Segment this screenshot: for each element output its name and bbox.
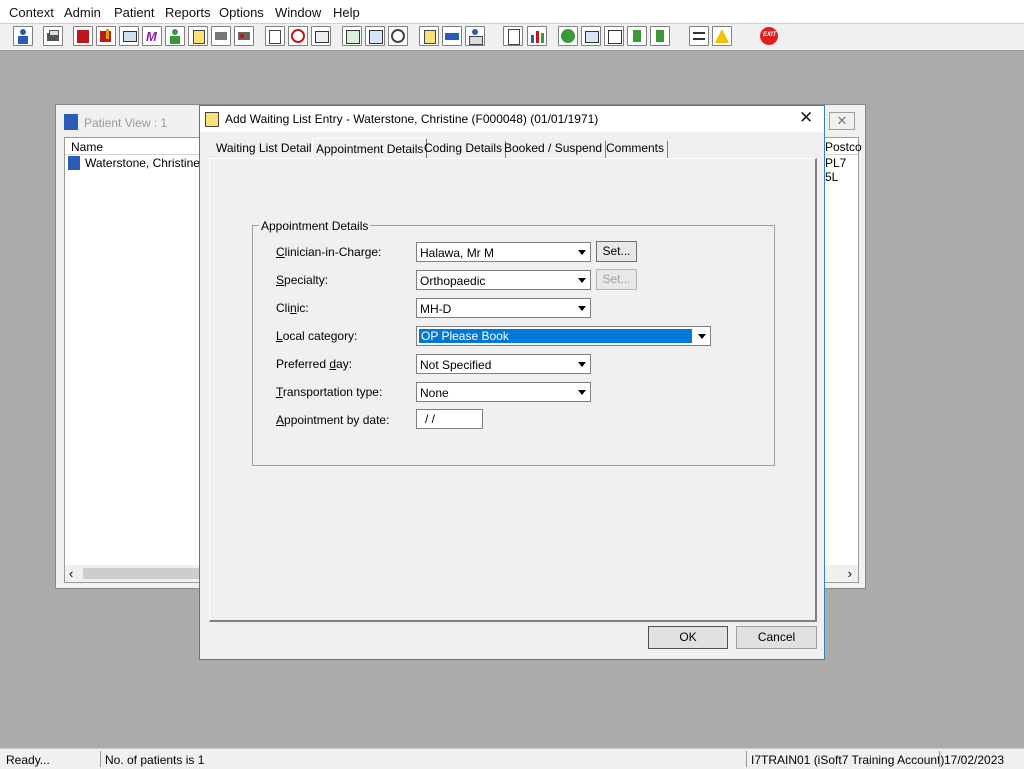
- menu-bar: Context Admin Patient Reports Options Wi…: [0, 0, 1024, 24]
- swap-icon[interactable]: [689, 26, 709, 46]
- patient-postcode-cell: PL7 5L: [825, 156, 847, 184]
- m-icon[interactable]: M: [142, 26, 162, 46]
- tab-appointment-details[interactable]: Appointment Details: [312, 138, 428, 159]
- chevron-down-icon[interactable]: [578, 250, 586, 255]
- chevron-down-icon[interactable]: [578, 306, 586, 311]
- form-icon[interactable]: [342, 26, 362, 46]
- check-doc-icon[interactable]: [604, 26, 624, 46]
- transportation-label: Transportation type:: [276, 385, 383, 399]
- clinic-label: Clinic:: [276, 301, 309, 315]
- chevron-down-icon[interactable]: [578, 390, 586, 395]
- appointment-by-date-field[interactable]: / /: [416, 409, 483, 429]
- group-title: Appointment Details: [259, 219, 371, 233]
- column-header-postcode[interactable]: Postco: [825, 140, 862, 154]
- specialty-set-button: Set...: [596, 269, 637, 290]
- clinician-select[interactable]: Halawa, Mr M: [416, 242, 591, 262]
- ok-button[interactable]: OK: [648, 626, 728, 649]
- menu-options[interactable]: Options: [219, 5, 264, 20]
- clinician-set-button[interactable]: Set...: [596, 241, 637, 262]
- exit-icon[interactable]: EXIT: [759, 26, 779, 46]
- menu-context[interactable]: Context: [9, 5, 54, 20]
- screen-icon[interactable]: [311, 26, 331, 46]
- ambulance-icon[interactable]: [442, 26, 462, 46]
- list-person-icon[interactable]: [465, 26, 485, 46]
- chevron-down-icon[interactable]: [578, 278, 586, 283]
- upload-icon[interactable]: [650, 26, 670, 46]
- doctor-icon[interactable]: [165, 26, 185, 46]
- patient-view-icon: [64, 114, 78, 130]
- flag-icon[interactable]: [211, 26, 231, 46]
- chart-icon[interactable]: [527, 26, 547, 46]
- cancel-button[interactable]: Cancel: [736, 626, 817, 649]
- menu-help[interactable]: Help: [333, 5, 360, 20]
- scroll-thumb[interactable]: [83, 568, 203, 579]
- scroll-right-icon[interactable]: ›: [848, 566, 852, 581]
- flag2-icon[interactable]: [234, 26, 254, 46]
- patient-view-title: Patient View : 1: [84, 116, 168, 130]
- status-bar: Ready... No. of patients is 1 I7TRAIN01 …: [0, 748, 1024, 769]
- document-icon[interactable]: [503, 26, 523, 46]
- tab-waiting-list-details[interactable]: Waiting List Details: [216, 141, 322, 159]
- preferred-day-select[interactable]: Not Specified: [416, 354, 591, 374]
- person-icon[interactable]: [13, 26, 33, 46]
- patient-icon: [68, 156, 80, 170]
- local-category-label: Local category:: [276, 329, 358, 343]
- status-date: 17/02/2023: [939, 751, 1008, 767]
- specialty-label: Specialty:: [276, 273, 329, 287]
- dialog-title: Add Waiting List Entry - Waterstone, Chr…: [225, 112, 599, 126]
- patient-name-cell: Waterstone, Christine...: [85, 156, 210, 170]
- tab-booked-suspend[interactable]: Booked / Suspend: [504, 141, 607, 159]
- preferred-day-label: Preferred day:: [276, 357, 353, 371]
- book-icon[interactable]: [73, 26, 93, 46]
- printer-icon[interactable]: [43, 26, 63, 46]
- status-account: I7TRAIN01 (iSoft7 Training Account): [746, 751, 948, 767]
- status-ready: Ready...: [6, 753, 50, 767]
- notepad-icon[interactable]: [419, 26, 439, 46]
- clock-icon[interactable]: [288, 26, 308, 46]
- edit-icon[interactable]: [96, 26, 116, 46]
- inbox-icon[interactable]: [581, 26, 601, 46]
- dial-icon[interactable]: [388, 26, 408, 46]
- clinic-select[interactable]: MH-D: [416, 298, 591, 318]
- download-icon[interactable]: [627, 26, 647, 46]
- menu-reports[interactable]: Reports: [165, 5, 211, 20]
- clinician-label: Clinician-in-Charge:: [276, 245, 382, 259]
- transportation-select[interactable]: None: [416, 382, 591, 402]
- notepad-icon: [205, 112, 219, 127]
- monitor-icon[interactable]: [119, 26, 139, 46]
- appointment-by-date-label: Appointment by date:: [276, 413, 390, 427]
- form2-icon[interactable]: [365, 26, 385, 46]
- globe-icon[interactable]: [558, 26, 578, 46]
- notes-icon[interactable]: [188, 26, 208, 46]
- specialty-select[interactable]: Orthopaedic: [416, 270, 591, 290]
- tab-comments[interactable]: Comments: [606, 141, 669, 159]
- chevron-down-icon[interactable]: [578, 362, 586, 367]
- status-patient-count: No. of patients is 1: [100, 751, 208, 767]
- patient-view-close-button[interactable]: ✕: [829, 112, 855, 130]
- toolbar: M EXIT: [0, 24, 1024, 51]
- tab-coding-details[interactable]: Coding Details: [424, 141, 507, 159]
- menu-window[interactable]: Window: [275, 5, 321, 20]
- local-category-select[interactable]: OP Please Book: [416, 326, 711, 346]
- menu-admin[interactable]: Admin: [64, 5, 101, 20]
- menu-patient[interactable]: Patient: [114, 5, 154, 20]
- column-header-name[interactable]: Name: [71, 140, 103, 154]
- chevron-down-icon[interactable]: [698, 334, 706, 339]
- dialog-titlebar: Add Waiting List Entry - Waterstone, Chr…: [200, 106, 824, 132]
- search-doc-icon[interactable]: [265, 26, 285, 46]
- warning-icon[interactable]: [712, 26, 732, 46]
- close-icon[interactable]: ✕: [799, 108, 813, 128]
- scroll-left-icon[interactable]: ‹: [69, 566, 73, 581]
